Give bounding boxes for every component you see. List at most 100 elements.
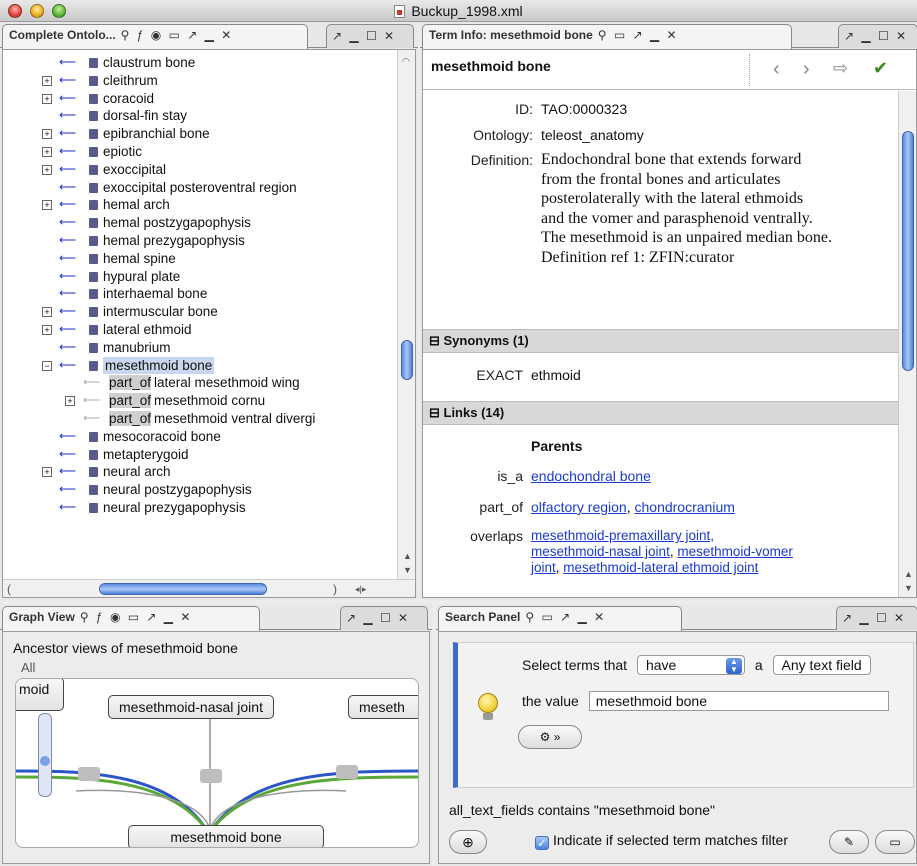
tree-row[interactable]: + ⟵ neural arch	[3, 463, 395, 481]
field-dropdown[interactable]: Any text field	[772, 655, 871, 675]
scroll-down-arrow-icon[interactable]: ▼	[403, 565, 412, 575]
tree-relation-row[interactable]: ⟵ part_of lateral mesethmoid wing	[3, 374, 395, 392]
tree-row[interactable]: + ⟵ hemal arch	[3, 196, 395, 214]
ontology-panel: Complete Ontolo... ⚲ ƒ ◉ ▭ ↗ ▁ ✕ ↗ ▁ ☐ ✕ …	[0, 22, 418, 600]
have-dropdown[interactable]: have ▲ ▼	[636, 655, 745, 675]
overlaps-link[interactable]: joint	[531, 560, 556, 575]
window-controls-icons[interactable]: ↗ ▁ ☐ ✕	[346, 611, 410, 625]
tab-graph-view[interactable]: Graph View ⚲ ƒ ◉ ▭ ↗ ▁ ✕	[2, 606, 260, 631]
tree-row[interactable]: ⟵ hemal prezygapophysis	[3, 232, 395, 250]
checkmark-icon[interactable]: ✔	[873, 58, 888, 79]
expand-icon[interactable]: +	[42, 129, 52, 140]
collapse-icon[interactable]: −	[42, 360, 52, 371]
window-controls-icons[interactable]: ↗ ▁ ☐ ✕	[844, 29, 908, 43]
expand-icon[interactable]: +	[42, 200, 52, 211]
search-options-button[interactable]: ⚙ »	[518, 725, 582, 749]
tree-row[interactable]: + ⟵ cleithrum	[3, 72, 395, 90]
panel-window-controls[interactable]: ↗ ▁ ☐ ✕	[340, 606, 428, 630]
tree-row[interactable]: ⟵ hypural plate	[3, 268, 395, 286]
expand-icon[interactable]: +	[42, 164, 52, 175]
tree-row[interactable]: + ⟵ epiotic	[3, 143, 395, 161]
add-filter-button[interactable]: ⊕	[449, 830, 487, 854]
plus-icon: ⊕	[462, 834, 474, 850]
tree-row[interactable]: ⟵ claustrum bone	[3, 54, 395, 72]
tree-row[interactable]: − ⟵ mesethmoid bone	[3, 356, 395, 375]
overlaps-link[interactable]: mesethmoid-nasal joint	[531, 544, 670, 559]
forward-arrow-icon[interactable]: ›	[803, 58, 810, 81]
tree-row[interactable]: + ⟵ intermuscular bone	[3, 303, 395, 321]
expand-icon[interactable]: +	[42, 93, 52, 104]
tree-row-label: hemal spine	[103, 250, 176, 266]
tree-row[interactable]: ⟵ interhaemal bone	[3, 285, 395, 303]
tree-row[interactable]: ⟵ manubrium	[3, 339, 395, 357]
value-input[interactable]: mesethmoid bone	[588, 691, 889, 711]
back-arrow-icon[interactable]: ‹	[773, 58, 780, 81]
panel-window-controls[interactable]: ↗ ▁ ☐ ✕	[836, 606, 917, 630]
tree-row[interactable]: ⟵ neural postzygapophysis	[3, 481, 395, 499]
part-of-arrow-icon: ⟵	[83, 375, 101, 390]
part-of-link[interactable]: olfactory region	[531, 499, 627, 515]
is-a-link[interactable]: endochondral bone	[531, 468, 651, 484]
tab-tool-icons[interactable]: ⚲ ▭ ↗ ▁ ✕	[525, 610, 606, 624]
match-checkbox[interactable]: ✓	[535, 836, 549, 850]
zoom-slider-knob[interactable]	[40, 756, 50, 766]
tree-relation-row[interactable]: + ⟵ part_of mesethmoid cornu	[3, 392, 395, 410]
tab-tool-icons[interactable]: ⚲ ƒ ◉ ▭ ↗ ▁ ✕	[121, 28, 234, 42]
search-criteria-box: Select terms that have ▲ ▼ a Any text fiel…	[453, 642, 914, 788]
graph-zoom-slider[interactable]	[38, 713, 52, 797]
part-of-link[interactable]: chondrocranium	[635, 499, 735, 515]
save-filter-button[interactable]: ▭	[875, 830, 915, 854]
tree-horizontal-scroll-thumb[interactable]	[99, 583, 267, 595]
links-section-header[interactable]: ⊟ Links (14)	[423, 401, 898, 425]
tree-row[interactable]: + ⟵ exoccipital	[3, 161, 395, 179]
tree-row[interactable]: ⟵ exoccipital posteroventral region	[3, 179, 395, 197]
tab-search-panel[interactable]: Search Panel ⚲ ▭ ↗ ▁ ✕	[438, 606, 682, 631]
tree-row[interactable]: + ⟵ epibranchial bone	[3, 125, 395, 143]
scroll-down-arrow-icon[interactable]: ▼	[904, 583, 913, 593]
expand-icon[interactable]: +	[42, 467, 52, 478]
clear-filter-button[interactable]: ✎	[829, 830, 869, 854]
graph-node-focus[interactable]: mesethmoid bone	[128, 825, 324, 847]
tree-row[interactable]: ⟵ mesocoracoid bone	[3, 428, 395, 446]
graph-node-right[interactable]: meseth	[348, 695, 418, 719]
panel-window-controls[interactable]: ↗ ▁ ☐ ✕	[838, 24, 917, 48]
scroll-up-arrow-icon[interactable]: ▲	[904, 569, 913, 579]
graph-node-left[interactable]: moid	[16, 679, 64, 711]
home-arrow-icon[interactable]: ⇨	[833, 58, 848, 79]
tab-tool-icons[interactable]: ⚲ ▭ ↗ ▁ ✕	[598, 28, 679, 42]
tree-row[interactable]: + ⟵ coracoid	[3, 90, 395, 108]
overlaps-link[interactable]: mesethmoid-premaxillary joint,	[531, 528, 714, 543]
expand-icon[interactable]: +	[42, 75, 52, 86]
synonyms-section-header[interactable]: ⊟ Synonyms (1)	[423, 329, 898, 353]
tab-complete-ontology[interactable]: Complete Ontolo... ⚲ ƒ ◉ ▭ ↗ ▁ ✕	[2, 24, 308, 49]
tree-vertical-scrollbar[interactable]: ◠ ▲ ▼	[397, 50, 415, 579]
tree-vertical-scroll-thumb[interactable]	[401, 340, 413, 380]
tree-horizontal-scrollbar[interactable]: ( ) ◂|▸	[3, 579, 415, 597]
tree-row[interactable]: + ⟵ lateral ethmoid	[3, 321, 395, 339]
overlaps-link[interactable]: mesethmoid-vomer	[677, 544, 793, 559]
tab-term-info[interactable]: Term Info: mesethmoid bone ⚲ ▭ ↗ ▁ ✕	[422, 24, 792, 49]
tree-row[interactable]: ⟵ hemal postzygapophysis	[3, 214, 395, 232]
term-info-vertical-scrollbar[interactable]: ▲ ▼	[898, 91, 916, 597]
window-controls-icons[interactable]: ↗ ▁ ☐ ✕	[332, 29, 396, 43]
overlaps-link[interactable]: mesethmoid-lateral ethmoid joint	[563, 560, 758, 575]
scroll-left-arrow-icon[interactable]: ◂|▸	[355, 584, 366, 595]
expand-icon[interactable]: +	[42, 146, 52, 157]
match-checkbox-row[interactable]: ✓ Indicate if selected term matches filte…	[535, 832, 788, 850]
scroll-up-arrow-icon[interactable]: ▲	[403, 551, 412, 561]
panel-window-controls[interactable]: ↗ ▁ ☐ ✕	[326, 24, 414, 48]
expand-icon[interactable]: +	[42, 307, 52, 318]
graph-canvas[interactable]: moid mesethmoid-nasal joint meseth meset…	[15, 678, 419, 848]
expand-icon[interactable]: +	[42, 324, 52, 335]
tree-relation-row[interactable]: ⟵ part_of mesethmoid ventral divergi	[3, 410, 395, 428]
expand-icon[interactable]: +	[65, 396, 75, 407]
tree-row[interactable]: ⟵ hemal spine	[3, 250, 395, 268]
tree-row[interactable]: ⟵ neural prezygapophysis	[3, 499, 395, 517]
tree-row-label: claustrum bone	[103, 55, 196, 70]
graph-node-center[interactable]: mesethmoid-nasal joint	[108, 695, 274, 719]
tree-row[interactable]: ⟵ metapterygoid	[3, 446, 395, 464]
window-controls-icons[interactable]: ↗ ▁ ☐ ✕	[842, 611, 906, 625]
tab-tool-icons[interactable]: ⚲ ƒ ◉ ▭ ↗ ▁ ✕	[80, 610, 193, 624]
tree-row[interactable]: ⟵ dorsal-fin stay	[3, 107, 395, 125]
term-info-scroll-thumb[interactable]	[902, 131, 914, 371]
